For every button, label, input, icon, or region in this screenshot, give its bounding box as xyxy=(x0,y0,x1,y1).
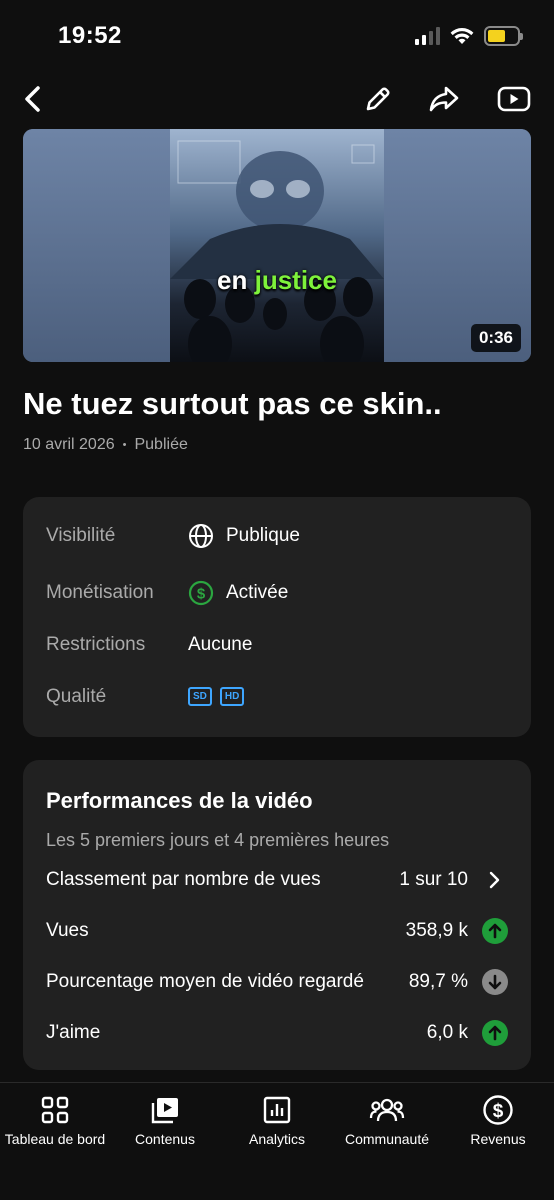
globe-icon xyxy=(189,524,213,548)
analytics-icon xyxy=(222,1093,332,1127)
thumbnail-caption: en justice xyxy=(170,265,384,296)
status-time: 19:52 xyxy=(58,22,122,49)
likes-value: 6,0 k xyxy=(426,1022,468,1043)
arrow-up-icon xyxy=(482,918,508,944)
avg-percentage-row: Pourcentage moyen de vidéo regardé 89,7 … xyxy=(46,967,508,997)
restrictions-text: Aucune xyxy=(188,634,253,655)
monetization-text: Activée xyxy=(226,582,289,603)
video-thumbnail[interactable]: en justice 0:36 xyxy=(23,129,531,362)
duration-badge: 0:36 xyxy=(470,324,521,352)
dashboard-icon xyxy=(0,1093,110,1127)
nav-revenue-label: Revenus xyxy=(470,1131,526,1147)
meta-separator: • xyxy=(122,439,127,451)
likes-row: J'aime 6,0 k xyxy=(46,1018,508,1048)
nav-revenue[interactable]: $ Revenus xyxy=(443,1093,553,1147)
status-bar: 19:52 xyxy=(0,0,554,75)
details-card: Visibilité Publique Monétisation $ Activ… xyxy=(23,497,531,737)
nav-community-label: Communauté xyxy=(344,1131,430,1147)
pencil-icon xyxy=(366,87,390,111)
chevron-left-icon xyxy=(25,86,40,112)
monetization-label: Monétisation xyxy=(46,582,154,603)
monetization-value[interactable]: $ Activée xyxy=(188,580,288,606)
views-value: 358,9 k xyxy=(405,920,468,941)
arrow-down-icon xyxy=(482,969,508,995)
restrictions-value[interactable]: Aucune xyxy=(188,634,252,656)
views-row: Vues 358,9 k xyxy=(46,916,508,946)
community-icon xyxy=(332,1093,442,1127)
app-bar xyxy=(0,75,554,125)
performance-subtitle: Les 5 premiers jours et 4 premières heur… xyxy=(46,830,390,850)
visibility-value[interactable]: Publique xyxy=(188,523,300,549)
ranking-label: Classement par nombre de vues xyxy=(46,869,321,890)
back-button[interactable] xyxy=(13,79,53,119)
performance-title: Performances de la vidéo xyxy=(46,788,313,813)
dollar-circle-icon: $ xyxy=(188,580,214,606)
nav-analytics[interactable]: Analytics xyxy=(222,1093,332,1147)
visibility-text: Publique xyxy=(226,525,300,546)
thumbnail-blur-left xyxy=(23,129,170,362)
thumbnail-scene xyxy=(170,140,384,362)
quality-label: Qualité xyxy=(46,686,107,707)
svg-text:$: $ xyxy=(197,586,206,603)
arrow-up-icon xyxy=(482,1020,508,1046)
avg-percentage-value: 89,7 % xyxy=(408,971,468,992)
quality-value: SD HD xyxy=(188,687,245,706)
nav-content[interactable]: Contenus xyxy=(110,1093,220,1147)
caption-word-1: en xyxy=(217,265,248,295)
play-video-icon xyxy=(497,86,531,112)
svg-text:$: $ xyxy=(493,1101,504,1122)
bottom-nav: Tableau de bord Contenus Analytics Commu… xyxy=(0,1082,554,1200)
watch-on-youtube-button[interactable] xyxy=(494,79,534,119)
likes-label: J'aime xyxy=(46,1022,101,1043)
wifi-icon xyxy=(450,28,474,44)
nav-dashboard-label: Tableau de bord xyxy=(4,1131,106,1147)
nav-analytics-label: Analytics xyxy=(248,1131,306,1147)
hd-badge: HD xyxy=(219,687,245,706)
ranking-value: 1 sur 10 xyxy=(399,869,468,890)
share-button[interactable] xyxy=(424,79,464,119)
share-icon xyxy=(429,86,459,112)
cellular-signal-icon xyxy=(415,27,440,45)
restrictions-label: Restrictions xyxy=(46,634,146,655)
publish-date: 10 avril 2026 xyxy=(23,436,115,453)
ranking-row[interactable]: Classement par nombre de vues 1 sur 10 xyxy=(46,865,508,895)
edit-button[interactable] xyxy=(358,79,398,119)
views-label: Vues xyxy=(46,920,89,941)
nav-community[interactable]: Communauté xyxy=(332,1093,442,1147)
nav-content-label: Contenus xyxy=(135,1131,195,1147)
publish-status: Publiée xyxy=(134,436,188,453)
status-icons xyxy=(415,26,523,46)
sd-badge: SD xyxy=(188,687,212,706)
visibility-label: Visibilité xyxy=(46,525,116,546)
chevron-right-icon xyxy=(482,867,508,893)
caption-word-2: justice xyxy=(254,265,337,295)
battery-icon xyxy=(484,26,523,46)
performance-card: Performances de la vidéo Les 5 premiers … xyxy=(23,760,531,1070)
nav-dashboard[interactable]: Tableau de bord xyxy=(0,1093,110,1147)
video-title: Ne tuez surtout pas ce skin.. xyxy=(23,386,442,421)
thumbnail-image xyxy=(170,129,384,362)
revenue-icon: $ xyxy=(443,1093,553,1127)
content-icon xyxy=(110,1093,220,1127)
video-meta: 10 avril 2026 • Publiée xyxy=(23,436,188,454)
avg-percentage-label: Pourcentage moyen de vidéo regardé xyxy=(46,971,364,992)
